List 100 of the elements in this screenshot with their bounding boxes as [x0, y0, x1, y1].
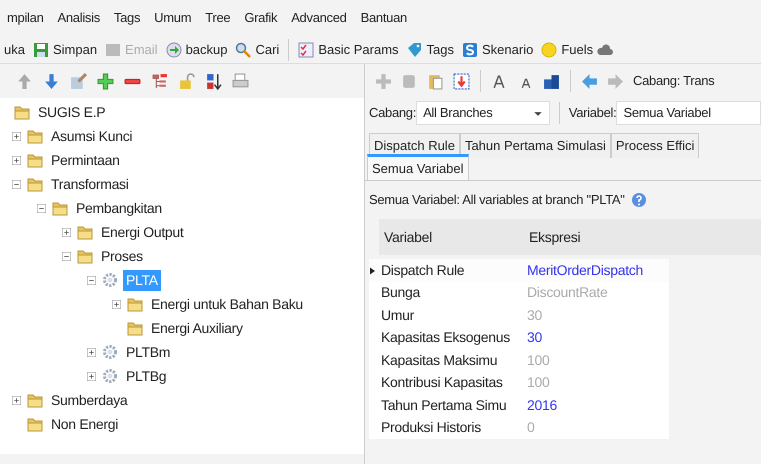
table-cell-text: Tahun Pertama Simu: [380, 396, 508, 415]
node-label[interactable]: Proses: [98, 246, 146, 266]
node-label[interactable]: Permintaan: [48, 150, 123, 170]
expand-toggle[interactable]: [12, 396, 21, 404]
table-cell-text: Dispatch Rule: [380, 260, 466, 280]
table-cell-text: Umur: [380, 306, 416, 325]
printer-icon[interactable]: [232, 72, 249, 90]
cloud-icon: [597, 42, 614, 58]
node-label[interactable]: Energi untuk Bahan Baku: [148, 294, 306, 314]
folder-icon: [25, 176, 45, 192]
collapse-toggle[interactable]: [87, 276, 96, 284]
circle-icon: [541, 42, 558, 58]
table-cell-text: 30: [527, 328, 542, 348]
plus-icon[interactable]: [97, 72, 114, 90]
table-cell-text: 0: [527, 418, 534, 438]
toolbar-button[interactable]: Tags: [402, 40, 458, 60]
table-cell-text: 100: [527, 350, 550, 370]
table-cell-text: Kapasitas Eksogenus: [380, 328, 511, 348]
table-cell-text: 100: [527, 373, 550, 392]
table-cell-text: Kontribusi Kapasitas: [380, 373, 504, 392]
column-header: Variabel: [383, 228, 433, 246]
gear-icon: [100, 368, 120, 384]
table-cell-text: Bunga: [380, 283, 422, 302]
checklist-icon: [298, 42, 314, 58]
folder-icon: [25, 128, 45, 144]
column-header: Ekspresi: [529, 228, 580, 247]
menu-item[interactable]: Bantuan: [354, 8, 414, 28]
table-cell-text: DiscountRate: [527, 283, 608, 302]
menu-item[interactable]: Umum: [147, 8, 198, 28]
node-label[interactable]: Pembangkitan: [73, 198, 165, 218]
toolbar-button[interactable]: backup: [162, 40, 232, 60]
hierarchy-icon[interactable]: [151, 72, 168, 90]
save-icon: [32, 42, 49, 58]
node-label[interactable]: Energi Output: [98, 222, 186, 242]
left-arrow-icon[interactable]: [581, 72, 598, 90]
folder-icon: [25, 392, 45, 408]
down-arrow-icon[interactable]: [43, 72, 60, 90]
menu-item[interactable]: Advanced: [284, 8, 354, 28]
menu-item[interactable]: Analisis: [50, 8, 107, 28]
folder-icon: [125, 320, 145, 336]
field-label: Cabang:: [369, 104, 416, 122]
padlock-icon[interactable]: [178, 72, 195, 90]
description-text: Semua Variabel: All variables at branch "PLTA": [369, 191, 625, 210]
edit-icon[interactable]: [70, 72, 87, 90]
gear-icon: [100, 344, 120, 360]
menu-item[interactable]: mpilan: [0, 8, 50, 28]
branch-dropdown[interactable]: All Branches: [416, 101, 550, 125]
clipboard-icon[interactable]: [427, 72, 444, 90]
expand-toggle[interactable]: [12, 156, 21, 164]
table-cell-text: MeritOrderDispatch: [527, 260, 643, 280]
help-icon: [630, 192, 647, 208]
toolbar-button[interactable]: Basic Params: [294, 40, 403, 60]
table-cell-text: Kapasitas Maksimu: [380, 350, 498, 370]
node-label[interactable]: Energi Auxiliary: [148, 318, 246, 338]
folder-icon: [25, 416, 45, 432]
expand-toggle[interactable]: [87, 348, 96, 356]
node-label[interactable]: Sumberdaya: [48, 390, 130, 410]
collapse-toggle[interactable]: [62, 252, 71, 260]
expand-toggle[interactable]: [87, 372, 96, 380]
folder-icon: [50, 200, 70, 216]
breadcrumb-text: Cabang: Trans: [633, 72, 714, 90]
table-cell-text: 2016: [527, 396, 557, 415]
import-icon[interactable]: [453, 72, 470, 90]
square-icon: [105, 42, 122, 58]
toolbar-button[interactable]: Simpan: [28, 40, 102, 60]
node-label[interactable]: PLTBg: [123, 366, 170, 386]
expand-toggle[interactable]: [62, 228, 71, 236]
menu-item[interactable]: Tree: [198, 8, 238, 28]
s-badge-icon: [462, 42, 478, 58]
tag-icon: [406, 42, 423, 58]
folder-icon: [75, 224, 95, 240]
table-cell-text: Produksi Historis: [380, 418, 482, 438]
toolbar-button[interactable]: uka: [0, 40, 29, 60]
node-label[interactable]: Transformasi: [48, 174, 132, 194]
field-label: Variabel:: [568, 104, 616, 122]
menu-item[interactable]: Grafik: [237, 8, 284, 28]
collapse-toggle[interactable]: [12, 180, 21, 188]
folder-icon: [125, 296, 145, 312]
collapse-toggle[interactable]: [37, 204, 46, 212]
toolbar-button[interactable]: Cari: [231, 40, 284, 60]
tab[interactable]: Tahun Pertama Simulasi: [460, 133, 611, 158]
expand-toggle[interactable]: [112, 300, 121, 308]
folder-icon: [75, 248, 95, 264]
folder-icon: [25, 152, 45, 168]
node-label[interactable]: Asumsi Kunci: [48, 126, 136, 146]
node-label[interactable]: PLTBm: [123, 342, 174, 362]
gear-icon: [100, 272, 120, 288]
toolbar-button[interactable]: Fuels: [537, 40, 598, 60]
folder-icon: [12, 104, 32, 120]
table-cell-text: 30: [527, 306, 542, 325]
node-label[interactable]: Non Energi: [48, 414, 122, 434]
tab[interactable]: Process Effici: [610, 133, 700, 158]
node-label[interactable]: SUGIS E.P: [35, 102, 108, 122]
expand-toggle[interactable]: [12, 132, 21, 140]
menu-item[interactable]: Tags: [106, 8, 148, 28]
variable-dropdown[interactable]: Semua Variabel: [616, 101, 761, 125]
toolbar-button[interactable]: Skenario: [458, 40, 538, 60]
arrow-circle-icon: [166, 42, 182, 58]
tab[interactable]: Semua Variabel: [367, 154, 469, 180]
sort-icon[interactable]: [205, 72, 222, 90]
